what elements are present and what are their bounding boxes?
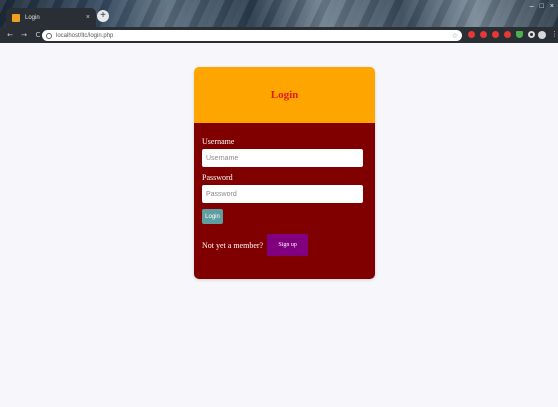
extension-icon[interactable] <box>528 31 535 38</box>
signup-button[interactable]: Sign up <box>267 234 309 256</box>
new-tab-button[interactable]: + <box>97 10 109 22</box>
url-text: localhost/ltc/login.php <box>56 32 114 39</box>
profile-icon[interactable] <box>538 31 546 39</box>
browser-toolbar: ← → C localhost/ltc/login.php ☆ ⋮ <box>0 27 558 43</box>
extensions-area <box>468 31 535 38</box>
reload-icon[interactable]: C <box>34 31 42 39</box>
login-button[interactable]: Login <box>202 209 223 224</box>
signup-prompt: Not yet a member? <box>202 240 264 250</box>
maximize-button[interactable]: □ <box>540 3 544 10</box>
signup-row: Not yet a member? Sign up <box>202 234 363 256</box>
extension-icon[interactable] <box>480 31 487 38</box>
username-input[interactable]: Username <box>202 149 363 167</box>
close-window-button[interactable]: × <box>550 3 554 10</box>
tab-title: Login <box>25 14 40 21</box>
card-header: Login <box>194 67 375 123</box>
password-placeholder: Password <box>206 190 237 198</box>
favicon-icon <box>12 13 20 22</box>
extension-icon[interactable] <box>504 31 511 38</box>
forward-icon[interactable]: → <box>20 31 28 39</box>
username-label: Username <box>202 137 235 146</box>
back-icon[interactable]: ← <box>6 31 14 39</box>
close-tab-icon[interactable]: × <box>86 14 90 21</box>
page-title: Login <box>270 89 299 101</box>
address-bar[interactable]: localhost/ltc/login.php ☆ <box>42 30 462 41</box>
info-icon[interactable] <box>46 32 52 39</box>
tab-strip: Login × + – □ × <box>0 0 558 27</box>
password-label: Password <box>202 173 233 182</box>
browser-tab[interactable]: Login × <box>6 8 96 27</box>
window-controls: – □ × <box>530 3 554 10</box>
minimize-button[interactable]: – <box>530 3 534 10</box>
extension-icon[interactable] <box>468 31 475 38</box>
extension-icon[interactable] <box>492 31 499 38</box>
login-card: Login Username Username Password Passwor… <box>194 67 375 279</box>
password-input[interactable]: Password <box>202 185 363 203</box>
shield-extension-icon[interactable] <box>516 31 523 38</box>
menu-icon[interactable]: ⋮ <box>551 30 558 38</box>
login-form: Username Username Password Password Logi… <box>194 123 375 279</box>
star-icon[interactable]: ☆ <box>452 32 458 40</box>
username-placeholder: Username <box>206 154 239 162</box>
